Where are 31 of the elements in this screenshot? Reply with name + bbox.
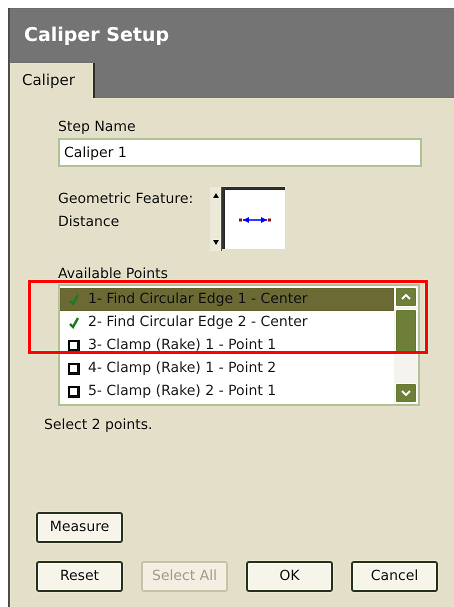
list-item[interactable]: 2- Find Circular Edge 2 - Center xyxy=(60,311,394,334)
list-label: Available Points xyxy=(58,265,169,283)
checkmark-icon[interactable] xyxy=(68,294,80,306)
checkmark-icon[interactable] xyxy=(68,316,80,328)
distance-icon xyxy=(239,216,271,224)
checkbox[interactable] xyxy=(68,362,80,374)
field-label: Geometric Feature: xyxy=(58,190,194,209)
spinner[interactable] xyxy=(210,187,222,251)
scroll-down-button[interactable] xyxy=(395,383,417,403)
field-label: Step Name xyxy=(58,118,137,136)
hint-text: Select 2 points. xyxy=(44,416,154,434)
down-chevron-icon xyxy=(401,390,411,396)
up-chevron-icon xyxy=(401,294,411,300)
measure-button[interactable]: Measure xyxy=(36,512,123,543)
scroll-up-button[interactable] xyxy=(395,287,417,307)
checkbox[interactable] xyxy=(68,386,80,398)
down-arrow-icon xyxy=(212,240,218,245)
scroll-thumb[interactable] xyxy=(395,309,417,353)
dialog-button[interactable]: Reset xyxy=(36,561,123,592)
list-item[interactable]: 3- Clamp (Rake) 1 - Point 1 xyxy=(60,334,394,357)
list-item[interactable]: 4- Clamp (Rake) 1 - Point 2 xyxy=(60,357,394,380)
dialog-button[interactable]: OK xyxy=(246,561,333,592)
window-title: Caliper Setup xyxy=(24,23,170,48)
dialog-button[interactable]: Cancel xyxy=(351,561,438,592)
feature-value: Distance xyxy=(58,213,120,232)
tab[interactable]: Caliper xyxy=(10,63,95,98)
list-item[interactable]: 5- Clamp (Rake) 2 - Point 1 xyxy=(60,380,394,403)
up-arrow-icon xyxy=(212,193,218,198)
checkbox[interactable] xyxy=(68,340,80,352)
step-name-field[interactable]: Caliper 1 xyxy=(58,138,422,167)
scrollbar[interactable] xyxy=(394,286,418,404)
